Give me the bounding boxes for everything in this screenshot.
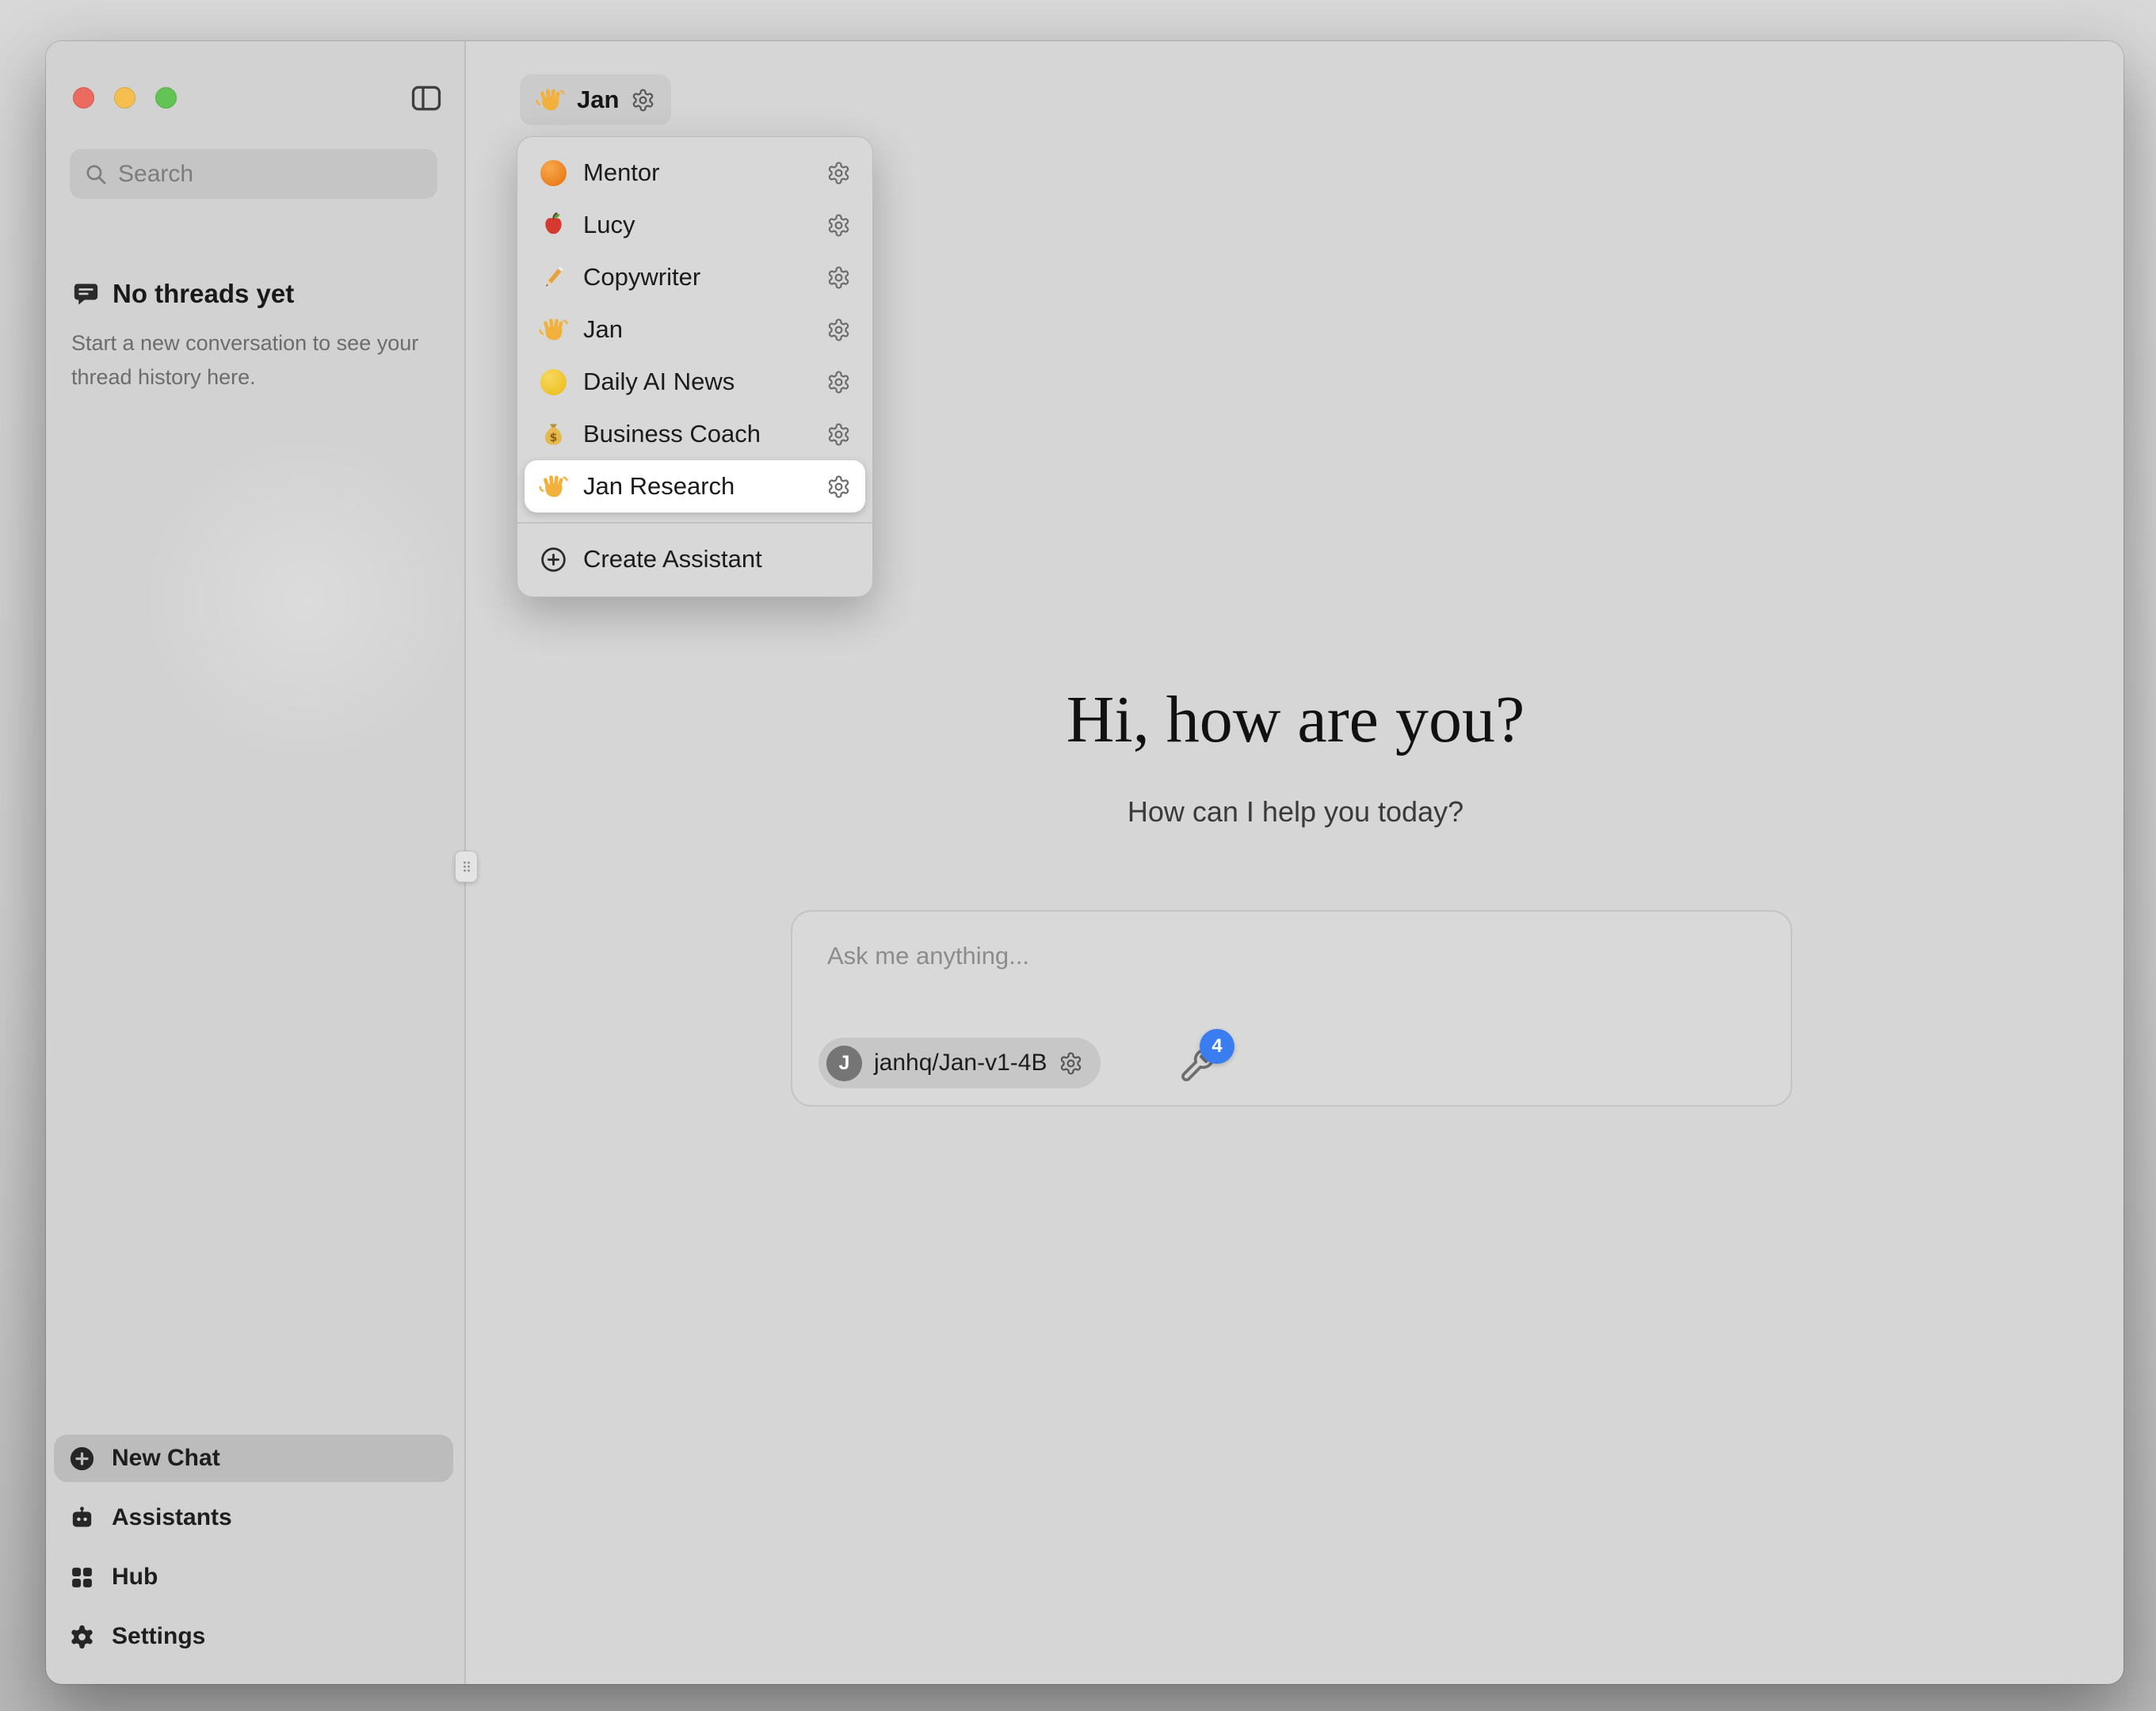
hub-grid-icon xyxy=(68,1564,96,1591)
wave-hand-icon xyxy=(536,86,565,115)
sidebar-item-assistants[interactable]: Assistants xyxy=(54,1494,453,1541)
model-name: janhq/Jan-v1-4B xyxy=(874,1050,1047,1077)
yellow-circle-icon xyxy=(540,369,567,395)
assistant-settings-icon[interactable] xyxy=(826,318,851,342)
nav-label: New Chat xyxy=(112,1445,220,1472)
assistants-icon xyxy=(68,1504,96,1532)
assistant-settings-icon[interactable] xyxy=(826,213,851,238)
settings-gear-icon xyxy=(68,1623,96,1651)
menu-item-label: Jan Research xyxy=(583,472,735,501)
nav-label: Assistants xyxy=(112,1504,232,1531)
orange-circle-icon xyxy=(540,160,567,186)
menu-item-label: Mentor xyxy=(583,158,659,187)
plus-circle-outline-icon xyxy=(539,545,568,574)
assistant-settings-icon[interactable] xyxy=(826,474,851,499)
menu-item-label: Create Assistant xyxy=(583,545,762,574)
minimize-button[interactable] xyxy=(114,87,135,109)
menu-item-label: Copywriter xyxy=(583,263,700,292)
menu-item-copywriter[interactable]: Copywriter xyxy=(525,251,865,303)
empty-state-subtitle: Start a new conversation to see your thr… xyxy=(71,326,429,394)
assistant-settings-icon[interactable] xyxy=(826,370,851,394)
tools-button[interactable]: 4 xyxy=(1179,1029,1239,1091)
sidebar-item-settings[interactable]: Settings xyxy=(54,1613,453,1660)
assistant-settings-icon[interactable] xyxy=(631,88,655,112)
nav-label: Hub xyxy=(112,1564,158,1591)
apple-icon xyxy=(539,211,568,240)
menu-item-label: Daily AI News xyxy=(583,368,735,396)
menu-item-create-assistant[interactable]: Create Assistant xyxy=(525,533,865,585)
sidebar-nav: New Chat Assistants Hub Settings xyxy=(54,1435,453,1660)
zoom-button[interactable] xyxy=(155,87,177,109)
pencil-icon xyxy=(539,263,568,292)
sidebar-resize-handle[interactable] xyxy=(455,851,478,882)
nav-label: Settings xyxy=(112,1623,205,1650)
model-settings-icon[interactable] xyxy=(1059,1051,1083,1076)
empty-state-title: No threads yet xyxy=(113,279,294,309)
menu-item-lucy[interactable]: Lucy xyxy=(525,199,865,251)
main-area: Jan Mentor Lucy Copywriter Jan xyxy=(467,41,2124,1684)
greeting-subtitle: How can I help you today? xyxy=(467,795,2124,829)
wave-hand-icon xyxy=(539,472,568,501)
menu-item-label: Business Coach xyxy=(583,420,761,448)
assistant-selector-button[interactable]: Jan xyxy=(520,74,671,125)
menu-separator xyxy=(517,522,872,524)
wave-hand-icon xyxy=(539,315,568,345)
sidebar: No threads yet Start a new conversation … xyxy=(46,41,466,1684)
menu-item-mentor[interactable]: Mentor xyxy=(525,147,865,199)
search-input[interactable] xyxy=(118,161,424,188)
menu-item-jan[interactable]: Jan xyxy=(525,303,865,356)
menu-item-label: Lucy xyxy=(583,211,635,239)
grip-dots-icon xyxy=(459,856,475,878)
search-box[interactable] xyxy=(70,149,437,199)
money-bag-icon xyxy=(539,420,568,449)
app-window: No threads yet Start a new conversation … xyxy=(46,41,2124,1684)
greeting-title: Hi, how are you? xyxy=(467,681,2124,758)
assistant-settings-icon[interactable] xyxy=(826,422,851,447)
composer: J janhq/Jan-v1-4B 4 xyxy=(791,910,1792,1107)
plus-circle-icon xyxy=(68,1445,96,1473)
chat-bubble-icon xyxy=(71,280,101,309)
assistant-settings-icon[interactable] xyxy=(826,161,851,185)
threads-empty-state: No threads yet Start a new conversation … xyxy=(71,279,429,394)
menu-item-daily-ai-news[interactable]: Daily AI News xyxy=(525,356,865,408)
menu-item-jan-research[interactable]: Jan Research xyxy=(525,460,865,513)
sidebar-toggle-button[interactable] xyxy=(409,81,444,116)
search-icon xyxy=(83,162,108,186)
tools-count-badge: 4 xyxy=(1200,1029,1234,1064)
window-controls xyxy=(73,87,177,109)
assistant-dropdown-menu: Mentor Lucy Copywriter Jan Daily AI News xyxy=(517,136,873,597)
menu-item-label: Jan xyxy=(583,315,623,344)
assistant-settings-icon[interactable] xyxy=(826,265,851,290)
sidebar-item-hub[interactable]: Hub xyxy=(54,1553,453,1601)
model-avatar: J xyxy=(826,1046,862,1081)
composer-input[interactable] xyxy=(792,912,1791,1007)
model-selector-button[interactable]: J janhq/Jan-v1-4B xyxy=(819,1038,1101,1088)
close-button[interactable] xyxy=(73,87,94,109)
sidebar-panel-icon xyxy=(409,81,444,116)
sidebar-item-new-chat[interactable]: New Chat xyxy=(54,1435,453,1482)
current-assistant-label: Jan xyxy=(577,86,619,114)
menu-item-business-coach[interactable]: Business Coach xyxy=(525,408,865,460)
